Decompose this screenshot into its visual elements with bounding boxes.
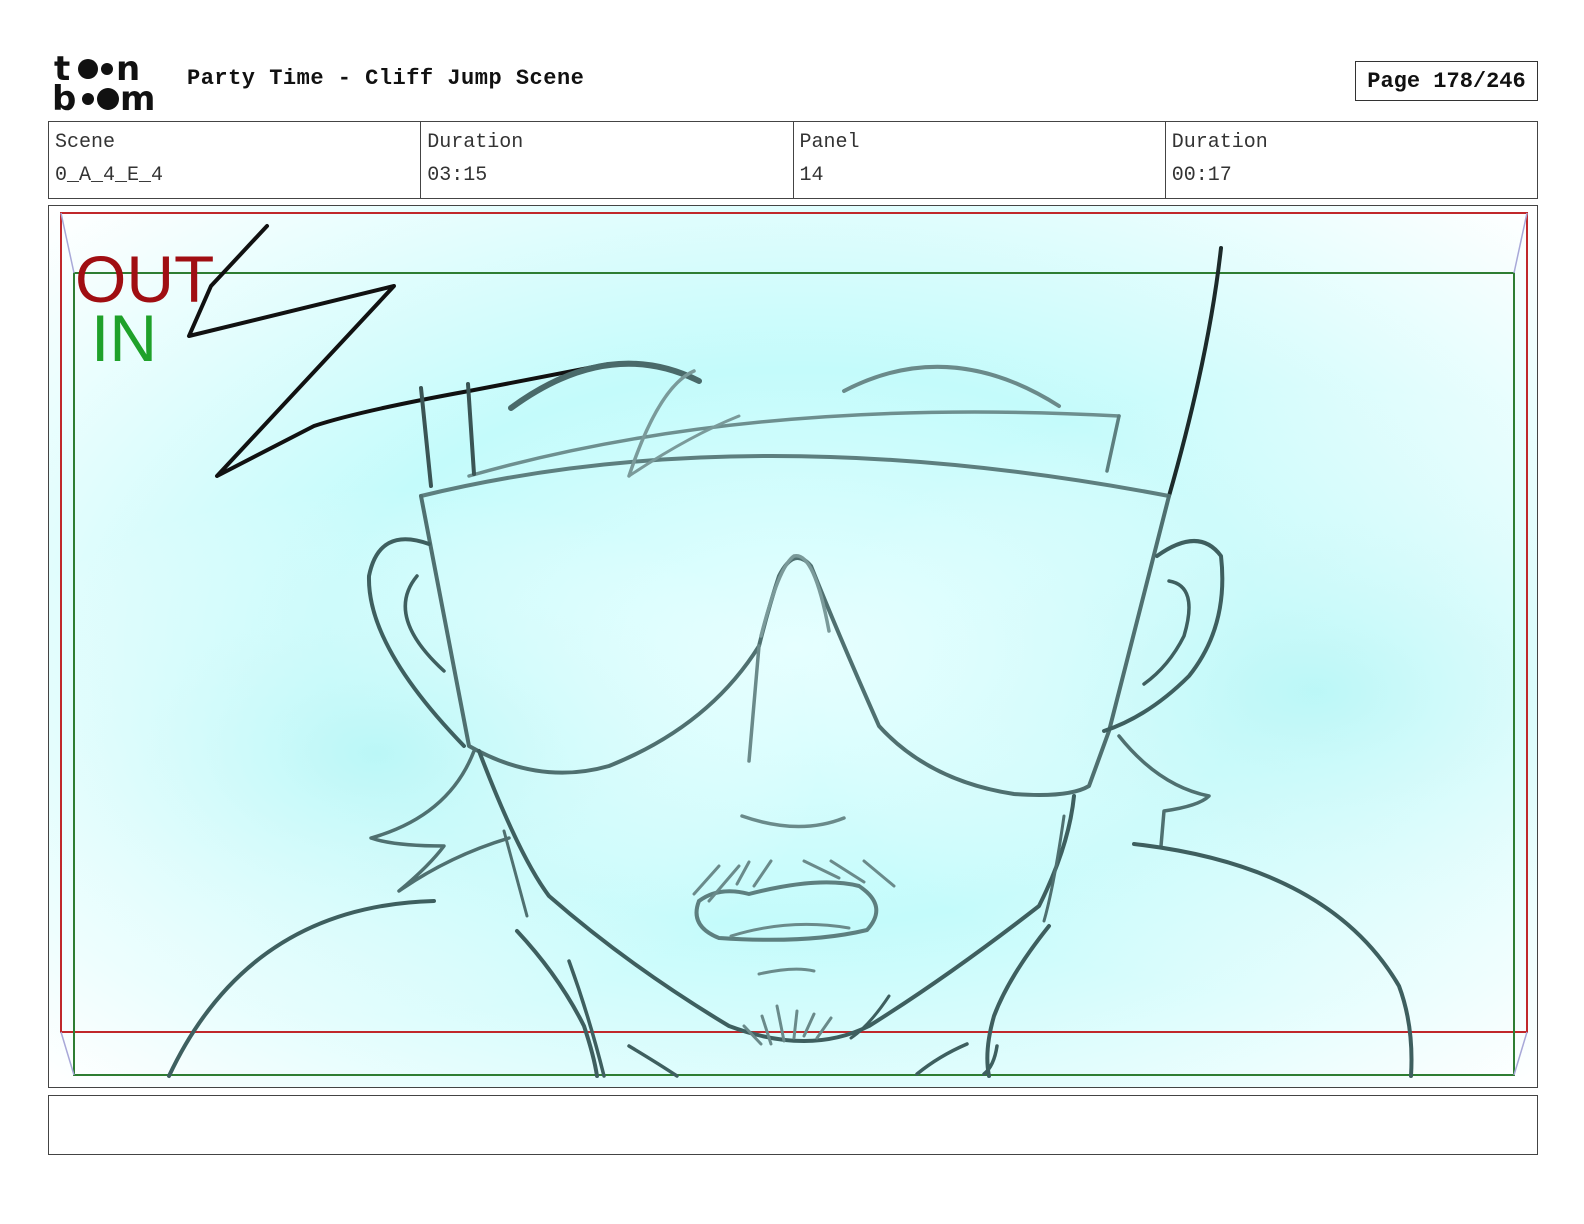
scene-duration-cell: Duration 03:15 <box>421 122 794 198</box>
panel-sketch: OUT IN <box>49 206 1537 1087</box>
scene-info-table: Scene 0_A_4_E_4 Duration 03:15 Panel 14 … <box>48 121 1538 199</box>
svg-text:b: b <box>52 79 76 114</box>
panel-notes-box <box>48 1095 1538 1155</box>
panel-duration-label: Duration <box>1171 131 1268 154</box>
panel-cell: Panel 14 <box>794 122 1166 198</box>
scene-cell: Scene 0_A_4_E_4 <box>49 122 422 198</box>
in-label: IN <box>91 301 157 375</box>
page-label: Page 178/246 <box>1367 68 1526 94</box>
panel-duration-value: 00:17 <box>1171 164 1232 187</box>
scene-value: 0_A_4_E_4 <box>55 164 164 187</box>
scene-duration-label: Duration <box>427 131 524 154</box>
scene-label: Scene <box>55 131 116 154</box>
panel-value: 14 <box>799 164 824 187</box>
scene-duration-value: 03:15 <box>427 164 488 187</box>
panel-duration-cell: Duration 00:17 <box>1166 122 1537 198</box>
panel-label: Panel <box>799 131 860 154</box>
svg-text:m: m <box>120 79 155 114</box>
storyboard-panel: OUT IN <box>48 205 1538 1088</box>
toon-boom-logo: t n b m <box>52 49 164 119</box>
page-indicator: Page 178/246 <box>1355 61 1538 101</box>
project-title: Party Time - Cliff Jump Scene <box>187 66 585 91</box>
